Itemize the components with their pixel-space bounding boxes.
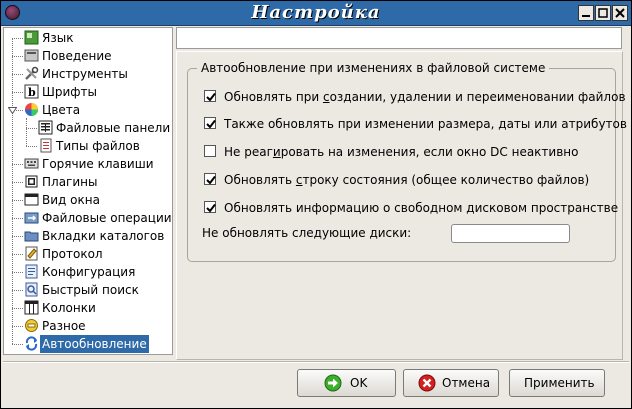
checkmark-icon — [206, 203, 216, 213]
checkbox[interactable] — [204, 145, 216, 157]
ok-arrow-icon — [324, 374, 342, 392]
svg-text:b: b — [28, 86, 36, 99]
tree-item[interactable]: Разное — [4, 317, 172, 335]
ok-label: OK — [350, 376, 368, 390]
fonts-icon: b — [24, 84, 39, 99]
cancel-x-icon — [418, 374, 436, 392]
autorefresh-option[interactable]: Обновлять строку состояния (общее количе… — [204, 171, 614, 189]
group-title: Автообновление при изменениях в файловой… — [197, 61, 550, 75]
cancel-label: Отмена — [442, 376, 491, 390]
tree-item[interactable]: Инструменты — [4, 65, 172, 83]
exclude-drives-label: Не обновлять следующие диски: — [202, 226, 412, 240]
close-icon — [612, 5, 628, 21]
tree-item-label: Типы файлов — [56, 139, 140, 153]
folder-tabs-icon — [24, 231, 39, 242]
tree-item[interactable]: Горячие клавиши — [4, 155, 172, 173]
checkbox[interactable] — [204, 201, 216, 213]
checkbox[interactable] — [204, 117, 216, 129]
tree-item-label: Инструменты — [42, 67, 128, 81]
option-label: Не реагировать на изменения, если окно D… — [224, 145, 579, 159]
tree-item-label: Протокол — [42, 247, 103, 261]
quick-search-icon — [25, 282, 38, 297]
checkbox[interactable] — [204, 173, 216, 185]
tree-item-label: Язык — [42, 31, 74, 45]
tree-item[interactable]: Конфигурация — [4, 263, 172, 281]
checkmark-icon — [206, 119, 216, 129]
ok-button[interactable]: OK — [297, 369, 396, 397]
bottom-separator — [3, 361, 629, 363]
tree-item[interactable]: Протокол — [4, 245, 172, 263]
option-label: Обновлять при создании, удалении и переи… — [224, 90, 626, 104]
minimize-button[interactable] — [578, 5, 594, 21]
tree-item[interactable]: Вкладки каталогов — [4, 227, 172, 245]
tree-item[interactable]: Язык — [4, 29, 172, 47]
tree-item-label: Шрифты — [42, 85, 97, 99]
close-button[interactable] — [612, 5, 628, 21]
cancel-button[interactable]: Отмена — [403, 369, 499, 397]
maximize-button[interactable] — [595, 5, 611, 21]
columns-icon — [24, 300, 39, 315]
autorefresh-option[interactable]: Также обновлять при изменении размера, д… — [204, 115, 627, 133]
tree-item[interactable]: Колонки — [4, 299, 172, 317]
tree-item[interactable]: Вид окна — [4, 191, 172, 209]
language-icon — [24, 30, 39, 45]
settings-window: Настройка Язык Поведение Инструменты b Шрифт… — [0, 0, 632, 409]
tree-item[interactable]: Файловые операции — [4, 209, 172, 227]
tree-item-label: Быстрый поиск — [42, 283, 139, 297]
checkmark-icon — [206, 92, 216, 102]
tree-item[interactable]: Быстрый поиск — [4, 281, 172, 299]
option-label: Также обновлять при изменении размера, д… — [224, 117, 627, 131]
colors-icon — [25, 103, 38, 116]
tree-item[interactable]: Автообновление — [4, 335, 172, 353]
tree-item[interactable]: b Шрифты — [4, 83, 172, 101]
tree-item[interactable]: Файловые панели — [4, 119, 172, 137]
tree-item-label: Плагины — [42, 175, 98, 189]
exclude-drives-input[interactable] — [451, 224, 570, 243]
window-view-icon — [24, 193, 39, 206]
file-operations-icon — [24, 212, 39, 224]
tree-item-label: Горячие клавиши — [42, 157, 154, 171]
autorefresh-option[interactable]: Обновлять при создании, удалении и переи… — [204, 88, 626, 106]
file-panels-icon — [38, 120, 53, 135]
tree-item-label: Колонки — [42, 301, 96, 315]
title-bar[interactable]: Настройка — [1, 1, 631, 26]
autorefresh-option[interactable]: Обновлять информацию о свободном дисково… — [204, 199, 618, 217]
tree-item-label: Вид окна — [42, 193, 100, 207]
autorefresh-icon — [25, 336, 38, 351]
option-label: Обновлять строку состояния (общее количе… — [224, 173, 590, 187]
option-label: Обновлять информацию о свободном дисково… — [224, 201, 619, 215]
tree-item[interactable]: Типы файлов — [4, 137, 172, 155]
tools-icon — [25, 66, 39, 80]
hotkeys-icon — [24, 158, 39, 169]
plugins-icon — [25, 175, 38, 188]
autorefresh-option[interactable]: Не реагировать на изменения, если окно D… — [204, 143, 614, 161]
tree-item-label: Автообновление — [40, 335, 149, 353]
maximize-icon — [595, 5, 611, 21]
tree-item-label: Вкладки каталогов — [42, 229, 165, 243]
window-title: Настройка — [251, 2, 381, 23]
tree-item-label: Поведение — [42, 49, 112, 63]
misc-icon — [25, 319, 38, 332]
tree-item[interactable]: Плагины — [4, 173, 172, 191]
configuration-icon — [25, 264, 38, 279]
apply-button[interactable]: Применить — [509, 369, 605, 397]
tree-item-label: Цвета — [42, 103, 81, 117]
minimize-icon — [578, 5, 594, 21]
apply-label: Применить — [524, 376, 595, 390]
settings-tree[interactable]: Язык Поведение Инструменты b Шрифты Цвета Файл… — [3, 27, 173, 355]
expander-icon[interactable] — [8, 106, 17, 115]
tree-item-label: Файловые панели — [56, 121, 171, 135]
tree-item-label: Конфигурация — [42, 265, 136, 279]
file-types-icon — [40, 138, 52, 153]
behavior-icon — [24, 49, 39, 62]
log-icon — [25, 246, 38, 261]
tree-item-label: Разное — [42, 319, 86, 333]
page-header-box — [176, 27, 622, 49]
checkmark-icon — [206, 175, 216, 185]
checkbox[interactable] — [204, 90, 216, 102]
tree-item-label: Файловые операции — [42, 211, 172, 225]
tree-item[interactable]: Поведение — [4, 47, 172, 65]
tree-item[interactable]: Цвета — [4, 101, 172, 119]
